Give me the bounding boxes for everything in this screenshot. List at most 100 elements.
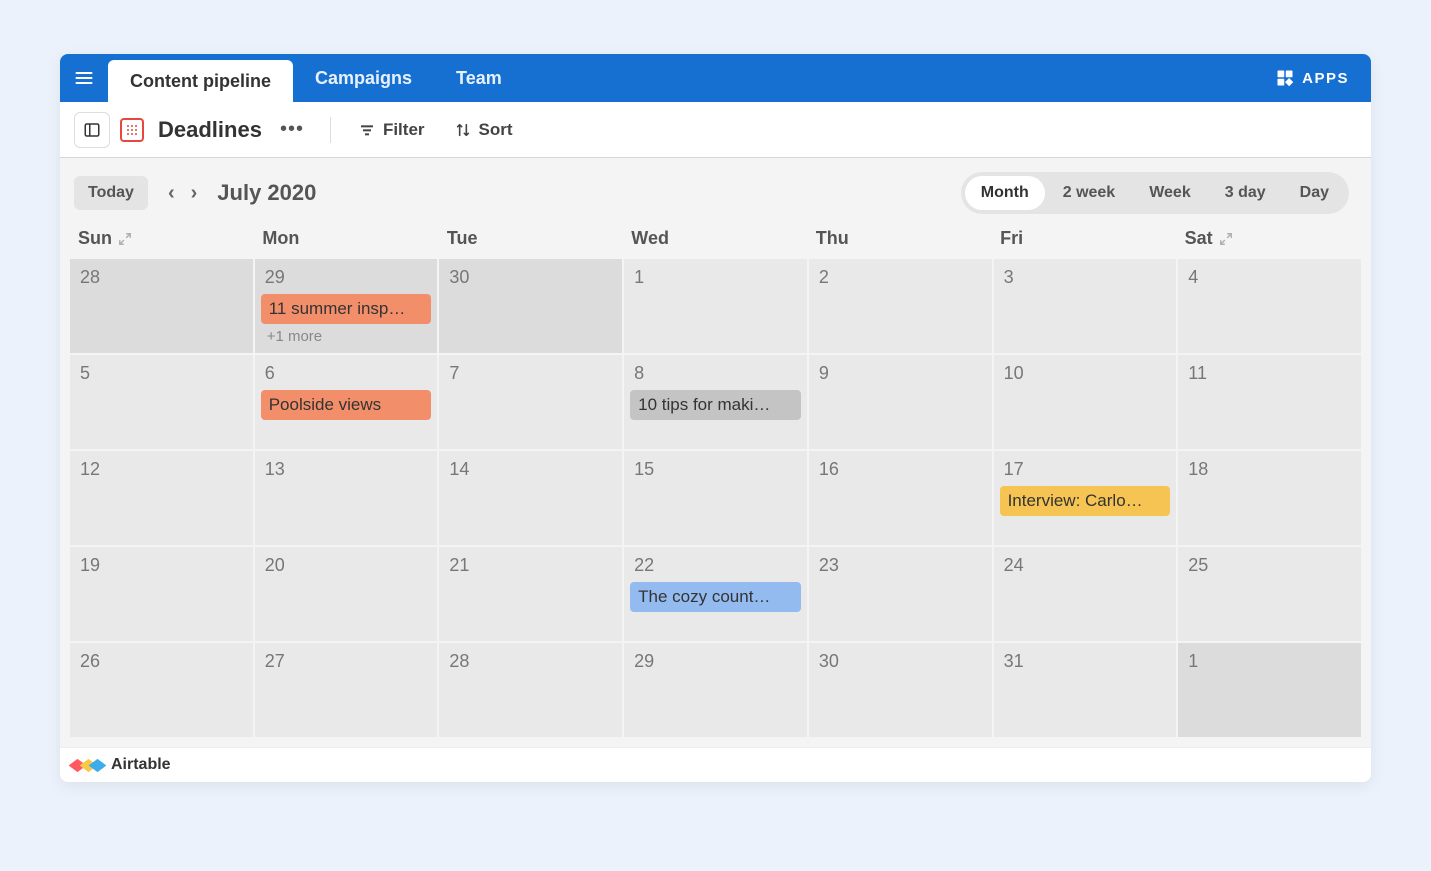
calendar-cell[interactable]: 9 xyxy=(809,355,992,449)
day-number: 21 xyxy=(445,553,616,578)
calendar-cell[interactable]: 13 xyxy=(255,451,438,545)
next-month-button[interactable]: › xyxy=(185,178,204,209)
day-number: 17 xyxy=(1000,457,1171,482)
apps-button[interactable]: APPS xyxy=(1276,54,1371,102)
calendar-cell[interactable]: 810 tips for maki… xyxy=(624,355,807,449)
prev-month-button[interactable]: ‹ xyxy=(162,178,181,209)
calendar-cell[interactable]: 16 xyxy=(809,451,992,545)
calendar-cell[interactable]: 2 xyxy=(809,259,992,353)
view-mode-day[interactable]: Day xyxy=(1284,176,1345,210)
calendar-cell[interactable]: 6 Poolside views xyxy=(255,355,438,449)
calendar-cell[interactable]: 1 xyxy=(624,259,807,353)
apps-icon xyxy=(1276,69,1294,87)
day-number: 23 xyxy=(815,553,986,578)
sidebar-toggle-button[interactable] xyxy=(74,112,110,148)
day-number: 13 xyxy=(261,457,432,482)
day-number: 6 xyxy=(261,361,432,386)
calendar-cell[interactable]: 28 xyxy=(70,259,253,353)
calendar-cell[interactable]: 7 xyxy=(439,355,622,449)
day-number: 29 xyxy=(630,649,801,674)
day-number: 30 xyxy=(445,265,616,290)
calendar-cell[interactable]: 20 xyxy=(255,547,438,641)
menu-button[interactable] xyxy=(60,54,108,102)
day-number: 28 xyxy=(445,649,616,674)
day-number: 26 xyxy=(76,649,247,674)
view-mode-switch: Month 2 week Week 3 day Day xyxy=(961,172,1349,214)
tab-team[interactable]: Team xyxy=(434,54,524,102)
sort-label: Sort xyxy=(479,120,513,140)
calendar-cell[interactable]: 12 xyxy=(70,451,253,545)
day-number: 11 xyxy=(1184,361,1355,386)
calendar-cell[interactable]: 23 xyxy=(809,547,992,641)
apps-label: APPS xyxy=(1302,70,1349,87)
calendar-cell[interactable]: 2911 summer insp…+1 more xyxy=(255,259,438,353)
month-nav: ‹ › xyxy=(162,178,203,209)
calendar-cell[interactable]: 4 xyxy=(1178,259,1361,353)
day-number: 16 xyxy=(815,457,986,482)
calendar-event[interactable]: Interview: Carlo… xyxy=(1000,486,1171,516)
dayname-header: Wed xyxy=(623,228,807,249)
day-number: 1 xyxy=(1184,649,1355,674)
calendar-cell[interactable]: 11 xyxy=(1178,355,1361,449)
expand-icon xyxy=(118,232,132,246)
calendar-event[interactable]: The cozy count… xyxy=(630,582,801,612)
today-button[interactable]: Today xyxy=(74,176,148,210)
calendar-cell[interactable]: 29 xyxy=(624,643,807,737)
dayname-header: Fri xyxy=(992,228,1176,249)
view-toolbar: Deadlines ••• Filter Sort xyxy=(60,102,1371,158)
hamburger-icon xyxy=(74,68,94,88)
day-number: 31 xyxy=(1000,649,1171,674)
view-mode-2week[interactable]: 2 week xyxy=(1047,176,1131,210)
calendar-cell[interactable]: 26 xyxy=(70,643,253,737)
day-number: 30 xyxy=(815,649,986,674)
calendar-event[interactable]: 11 summer insp… xyxy=(261,294,432,324)
calendar-cell[interactable]: 27 xyxy=(255,643,438,737)
calendar-cell[interactable]: 14 xyxy=(439,451,622,545)
calendar-cell[interactable]: 31 xyxy=(994,643,1177,737)
calendar-grid: 282911 summer insp…+1 more30123456Poolsi… xyxy=(70,259,1361,737)
calendar-cell[interactable]: 22The cozy count… xyxy=(624,547,807,641)
panel-icon xyxy=(83,121,101,139)
calendar-view-icon xyxy=(120,118,144,142)
calendar-cell[interactable]: 28 xyxy=(439,643,622,737)
calendar-cell[interactable]: 1 xyxy=(1178,643,1361,737)
calendar-cell[interactable]: 5 xyxy=(70,355,253,449)
filter-button[interactable]: Filter xyxy=(349,114,435,146)
calendar: SunMonTueWedThuFriSat 282911 summer insp… xyxy=(60,224,1371,747)
day-number: 19 xyxy=(76,553,247,578)
calendar-cell[interactable]: 21 xyxy=(439,547,622,641)
dayname-header: Mon xyxy=(254,228,438,249)
dayname-header: Sat xyxy=(1177,228,1361,249)
more-events-link[interactable]: +1 more xyxy=(261,324,432,345)
view-name[interactable]: Deadlines xyxy=(158,117,262,143)
calendar-event[interactable]: Poolside views xyxy=(261,390,432,420)
app-window: Content pipeline Campaigns Team APPS Dea… xyxy=(60,54,1371,782)
view-options-button[interactable]: ••• xyxy=(272,118,312,141)
sort-button[interactable]: Sort xyxy=(445,114,523,146)
calendar-cell[interactable]: 30 xyxy=(809,643,992,737)
calendar-cell[interactable]: 19 xyxy=(70,547,253,641)
calendar-cell[interactable]: 3 xyxy=(994,259,1177,353)
day-number: 4 xyxy=(1184,265,1355,290)
top-bar: Content pipeline Campaigns Team APPS xyxy=(60,54,1371,102)
calendar-cell[interactable]: 25 xyxy=(1178,547,1361,641)
day-number: 18 xyxy=(1184,457,1355,482)
calendar-cell[interactable]: 30 xyxy=(439,259,622,353)
tab-content-pipeline[interactable]: Content pipeline xyxy=(108,60,293,102)
calendar-cell[interactable]: 10 xyxy=(994,355,1177,449)
day-number: 28 xyxy=(76,265,247,290)
calendar-cell[interactable]: 18 xyxy=(1178,451,1361,545)
tab-campaigns[interactable]: Campaigns xyxy=(293,54,434,102)
view-mode-3day[interactable]: 3 day xyxy=(1209,176,1282,210)
sort-icon xyxy=(455,122,471,138)
day-number: 3 xyxy=(1000,265,1171,290)
calendar-cell[interactable]: 15 xyxy=(624,451,807,545)
dayname-header: Sun xyxy=(70,228,254,249)
view-mode-week[interactable]: Week xyxy=(1133,176,1207,210)
calendar-cell[interactable]: 17 Interview: Carlo… xyxy=(994,451,1177,545)
calendar-event[interactable]: 10 tips for maki… xyxy=(630,390,801,420)
view-mode-month[interactable]: Month xyxy=(965,176,1045,210)
airtable-logo-icon xyxy=(74,760,103,771)
calendar-cell[interactable]: 24 xyxy=(994,547,1177,641)
day-number: 9 xyxy=(815,361,986,386)
